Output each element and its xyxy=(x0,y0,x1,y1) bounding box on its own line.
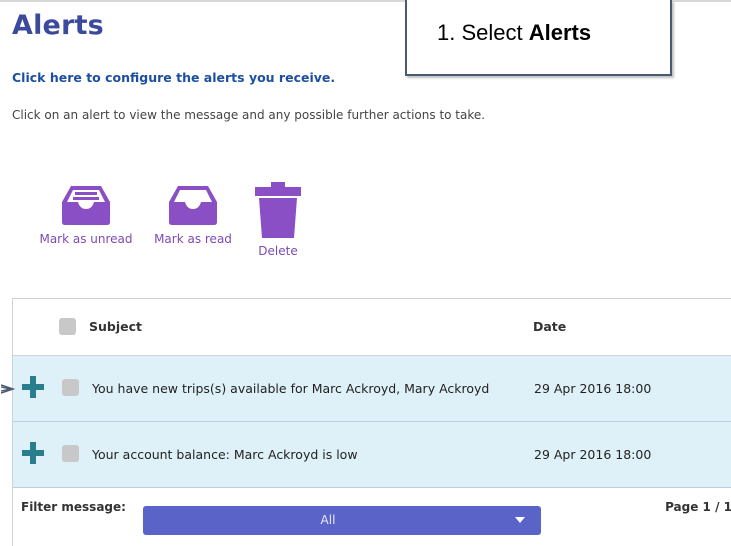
delete-label: Delete xyxy=(258,244,298,258)
callout-emphasis: Alerts xyxy=(528,20,592,45)
chevron-down-icon xyxy=(515,517,525,523)
mark-as-read-label: Mark as read xyxy=(154,232,232,246)
inbox-full-icon xyxy=(62,186,110,225)
table-row[interactable]: You have new trips(s) available for Marc… xyxy=(1,356,731,422)
mark-as-unread-label: Mark as unread xyxy=(39,232,133,246)
inbox-empty-icon xyxy=(169,186,217,225)
alert-date: 29 Apr 2016 18:00 xyxy=(534,381,652,396)
pagination-info: Page 1 / 1 xyxy=(665,500,731,514)
filter-message-select[interactable]: All xyxy=(143,506,541,535)
alert-subject: Your account balance: Marc Ackroyd is lo… xyxy=(92,447,358,462)
row-checkbox[interactable] xyxy=(62,379,79,396)
instructions-text: Click on an alert to view the message an… xyxy=(12,108,486,122)
configure-alerts-link[interactable]: Click here to configure the alerts you r… xyxy=(12,70,335,85)
alert-date: 29 Apr 2016 18:00 xyxy=(534,447,652,462)
table-row[interactable]: Your account balance: Marc Ackroyd is lo… xyxy=(13,422,731,488)
mark-as-read-button[interactable]: Mark as read xyxy=(148,182,238,246)
filter-selected-value: All xyxy=(320,513,336,527)
expand-plus-icon[interactable] xyxy=(22,376,44,398)
table-footer: Filter message: All Page 1 / 1 xyxy=(13,488,731,546)
alert-subject: You have new trips(s) available for Marc… xyxy=(92,381,490,396)
table-header-row: Subject Date xyxy=(13,299,731,356)
delete-button[interactable]: Delete xyxy=(250,182,306,258)
row-checkbox[interactable] xyxy=(62,445,79,462)
subject-column-header: Subject xyxy=(89,319,142,334)
date-column-header: Date xyxy=(533,319,567,334)
trash-icon xyxy=(255,182,301,238)
mark-as-unread-button[interactable]: Mark as unread xyxy=(36,182,136,246)
instruction-callout: 1. Select Alerts xyxy=(405,0,672,76)
callout-prefix: 1. Select xyxy=(437,20,529,45)
page-title: Alerts xyxy=(12,10,104,41)
arrow-pointer-icon xyxy=(1,384,15,394)
filter-message-label: Filter message: xyxy=(21,500,126,514)
expand-plus-icon[interactable] xyxy=(22,442,44,464)
alerts-table: Subject Date You have new trips(s) avail… xyxy=(1,298,731,546)
select-all-checkbox[interactable] xyxy=(59,318,76,335)
callout-text: 1. Select Alerts xyxy=(437,20,591,46)
